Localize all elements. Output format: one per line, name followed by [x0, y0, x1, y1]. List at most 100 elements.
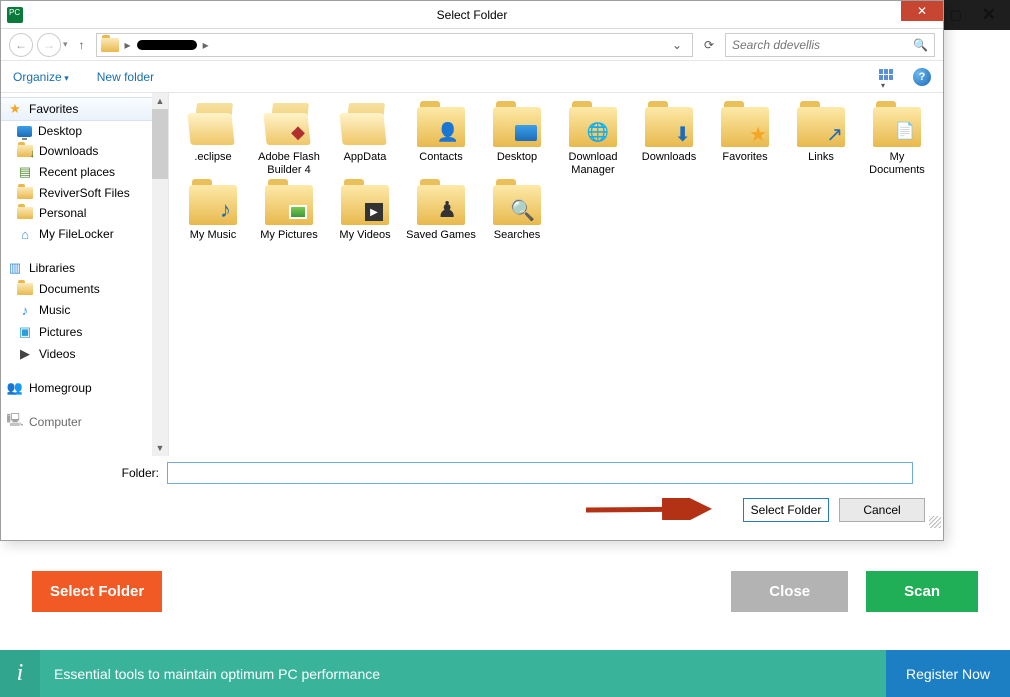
tree-item[interactable]: ▣ Pictures [1, 321, 153, 343]
folder-item[interactable]: ◆ Adobe Flash Builder 4 [251, 103, 327, 181]
view-options-button[interactable] [879, 69, 899, 85]
tree-item-label: Personal [39, 206, 86, 220]
app-close-button[interactable]: Close [731, 571, 848, 612]
home-icon: ⌂ [17, 226, 33, 242]
up-button[interactable]: ↑ [72, 35, 92, 55]
folder-item[interactable]: 🔍Searches [479, 181, 555, 246]
address-dropdown-icon[interactable]: ⌄ [666, 38, 688, 52]
maximize-icon[interactable]: ▢ [949, 7, 961, 23]
tree-item-label: Pictures [39, 325, 82, 339]
search-input[interactable] [732, 38, 913, 52]
app-select-folder-button[interactable]: Select Folder [32, 571, 162, 612]
tree-homegroup-header[interactable]: 👥Homegroup [1, 377, 153, 399]
scroll-thumb[interactable] [152, 109, 168, 179]
star-icon: ★ [7, 101, 23, 117]
help-button[interactable]: ? [913, 68, 931, 86]
folder-item[interactable]: 🌐 Download Manager [555, 103, 631, 181]
tree-item-label: Documents [39, 282, 100, 296]
tree-item-label: ReviverSoft Files [39, 186, 130, 200]
tree-item-label: My FileLocker [39, 227, 114, 241]
contact-overlay-icon: 👤 [437, 122, 459, 143]
folder-label: .eclipse [194, 151, 231, 164]
refresh-button[interactable]: ⟳ [697, 33, 721, 57]
breadcrumb-separator-icon[interactable]: ▸ [203, 38, 209, 52]
organize-menu[interactable]: Organize [13, 70, 69, 84]
tree-libraries-header[interactable]: ▥Libraries [1, 257, 153, 279]
tree-item[interactable]: ⌂ My FileLocker [1, 223, 153, 245]
folder-label: Adobe Flash Builder 4 [253, 151, 325, 177]
select-folder-button[interactable]: Select Folder [743, 498, 829, 522]
folder-label: Download Manager [557, 151, 629, 177]
new-folder-button[interactable]: New folder [97, 70, 154, 84]
search-icon[interactable]: 🔍 [913, 38, 928, 52]
resize-grip[interactable] [929, 516, 941, 528]
folder-label: Folder: [19, 466, 159, 480]
tree-label: Homegroup [29, 381, 92, 395]
tree-label: Computer [29, 415, 82, 429]
folder-icon [17, 187, 33, 199]
folder-item[interactable]: ⬇Downloads [631, 103, 707, 181]
globe-overlay-icon: 🌐 [587, 122, 609, 143]
cancel-button[interactable]: Cancel [839, 498, 925, 522]
address-bar[interactable]: ▸ ▸ ⌄ [96, 33, 693, 57]
recent-icon: ▤ [17, 164, 33, 180]
folder-item[interactable]: ♟Saved Games [403, 181, 479, 246]
search-box[interactable]: 🔍 [725, 33, 935, 57]
dialog-title: Select Folder [1, 8, 943, 22]
tree-item[interactable]: Desktop [1, 121, 153, 141]
tree-item[interactable]: ▶ Videos [1, 343, 153, 365]
nav-tree: ★Favorites Desktop Downloads ▤ Recent places… [1, 93, 169, 456]
back-button[interactable]: ← [9, 33, 33, 57]
tree-item[interactable]: Personal [1, 203, 153, 223]
tree-item-label: Downloads [39, 144, 98, 158]
folder-item[interactable]: Desktop [479, 103, 555, 181]
tree-item[interactable]: ♪Music [1, 299, 153, 321]
folder-item[interactable]: ★Favorites [707, 103, 783, 181]
folder-item[interactable]: 📄My Documents [859, 103, 935, 181]
folder-item[interactable]: AppData [327, 103, 403, 181]
tree-item[interactable]: ReviverSoft Files [1, 183, 153, 203]
tree-item-label: Desktop [38, 124, 82, 138]
folder-open-icon [341, 107, 389, 147]
close-icon[interactable]: ✕ [982, 5, 996, 25]
tree-favorites-header[interactable]: ★Favorites [1, 97, 153, 121]
dialog-close-button[interactable]: ✕ [901, 1, 943, 21]
tree-item-label: Videos [39, 347, 75, 361]
toolbar: Organize New folder ? [1, 61, 943, 93]
folder-item[interactable]: ↗Links [783, 103, 859, 181]
tree-label: Libraries [29, 261, 75, 275]
tree-item[interactable]: Downloads [1, 141, 153, 161]
tree-computer-header[interactable]: 🖳Computer [1, 411, 153, 433]
tree-item-label: Recent places [39, 165, 115, 179]
dialog-body: ★Favorites Desktop Downloads ▤ Recent places… [1, 93, 943, 456]
app-button-row: Select Folder Close Scan [32, 570, 978, 612]
forward-button[interactable]: → [37, 33, 61, 57]
document-overlay-icon: 📄 [895, 121, 915, 141]
history-dropdown-icon[interactable]: ▾ [63, 39, 68, 50]
folder-download-icon [17, 145, 33, 157]
folder-item[interactable]: My Pictures [251, 181, 327, 246]
folder-item[interactable]: ▶My Videos [327, 181, 403, 246]
breadcrumb-separator-icon[interactable]: ▸ [125, 38, 131, 52]
folder-name-input[interactable] [167, 462, 913, 484]
register-now-button[interactable]: Register Now [886, 650, 1010, 697]
flash-overlay-icon: ◆ [291, 122, 305, 143]
download-overlay-icon: ⬇ [674, 122, 691, 147]
scroll-up-icon[interactable]: ▲ [152, 93, 168, 109]
tree-item[interactable]: Documents [1, 279, 153, 299]
tree-scrollbar[interactable]: ▲ ▼ [152, 93, 168, 456]
scroll-down-icon[interactable]: ▼ [152, 440, 168, 456]
dialog-button-row: Select Folder Cancel [1, 490, 943, 530]
tree-item[interactable]: ▤ Recent places [1, 161, 153, 183]
parent-window-controls: ▢ ✕ [935, 0, 1010, 30]
search-overlay-icon: 🔍 [510, 198, 535, 223]
folder-label: AppData [344, 151, 387, 164]
folder-item[interactable]: .eclipse [175, 103, 251, 181]
folder-item[interactable]: 👤Contacts [403, 103, 479, 181]
app-scan-button[interactable]: Scan [866, 571, 978, 612]
folder-icon [17, 207, 33, 219]
picture-icon: ▣ [17, 324, 33, 340]
folder-label: My Pictures [260, 229, 317, 242]
folder-item[interactable]: ♪My Music [175, 181, 251, 246]
video-icon: ▶ [17, 346, 33, 362]
